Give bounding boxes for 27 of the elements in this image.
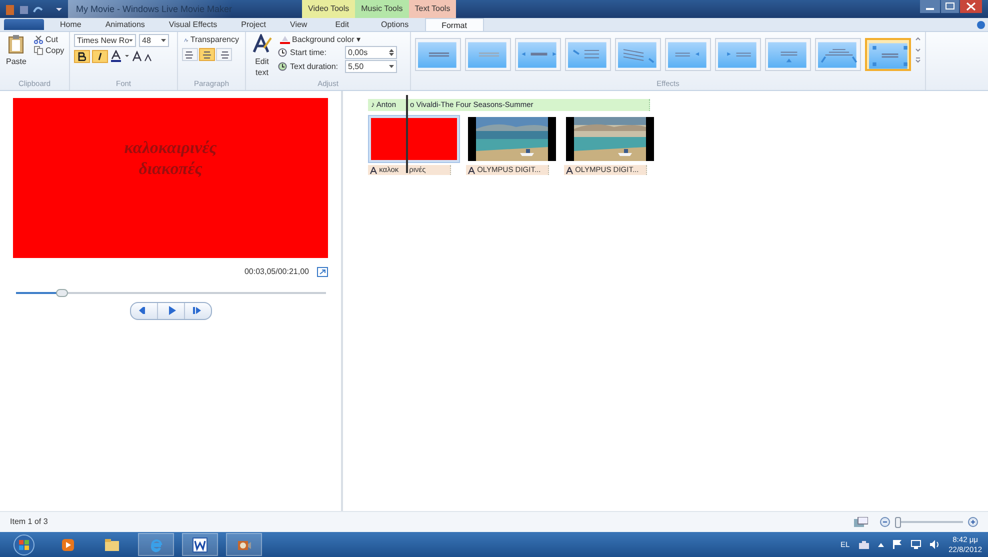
start-time-label: Start time: [290, 46, 328, 58]
paste-button[interactable]: Paste [4, 34, 28, 78]
ribbon-tab[interactable]: Visual Effects [156, 18, 230, 31]
ribbon-tab[interactable]: Options [365, 18, 425, 31]
edit-text-button[interactable]: Edit text [250, 34, 274, 78]
background-color-button[interactable]: Background color ▾ [278, 34, 397, 45]
transparency-button[interactable]: Transparency [182, 34, 241, 45]
text-duration-field[interactable]: 5,50 [345, 60, 397, 73]
status-text: Item 1 of 3 [10, 516, 48, 528]
tool-group-label: Video Tools [302, 0, 356, 18]
start-time-field[interactable]: 0,00s [345, 46, 397, 59]
ribbon-tab[interactable]: Animations [93, 18, 157, 31]
tool-group-label: Text Tools [408, 0, 456, 18]
ribbon-tab[interactable]: Edit [319, 18, 366, 31]
tool-group-label: Music Tools [355, 0, 409, 18]
time-readout: 00:03,05/00:21,00 [244, 266, 309, 278]
window-title: My Movie - Windows Live Movie Maker [68, 0, 232, 18]
copy-button[interactable]: Copy [32, 45, 66, 56]
ribbon-tab[interactable]: Project [229, 18, 278, 31]
ribbon-tab[interactable]: View [278, 18, 320, 31]
ribbon-tab[interactable]: Home [48, 18, 94, 31]
ribbon-tab[interactable]: Format [424, 18, 484, 31]
preview-caption: καλοκαιρινές διακοπές [123, 137, 218, 179]
cut-button[interactable]: Cut [32, 34, 66, 45]
font-family-field[interactable]: Times New Ro [74, 34, 136, 47]
text-duration-label: Text duration: [290, 60, 340, 72]
font-size-field[interactable]: 48 [139, 34, 169, 47]
